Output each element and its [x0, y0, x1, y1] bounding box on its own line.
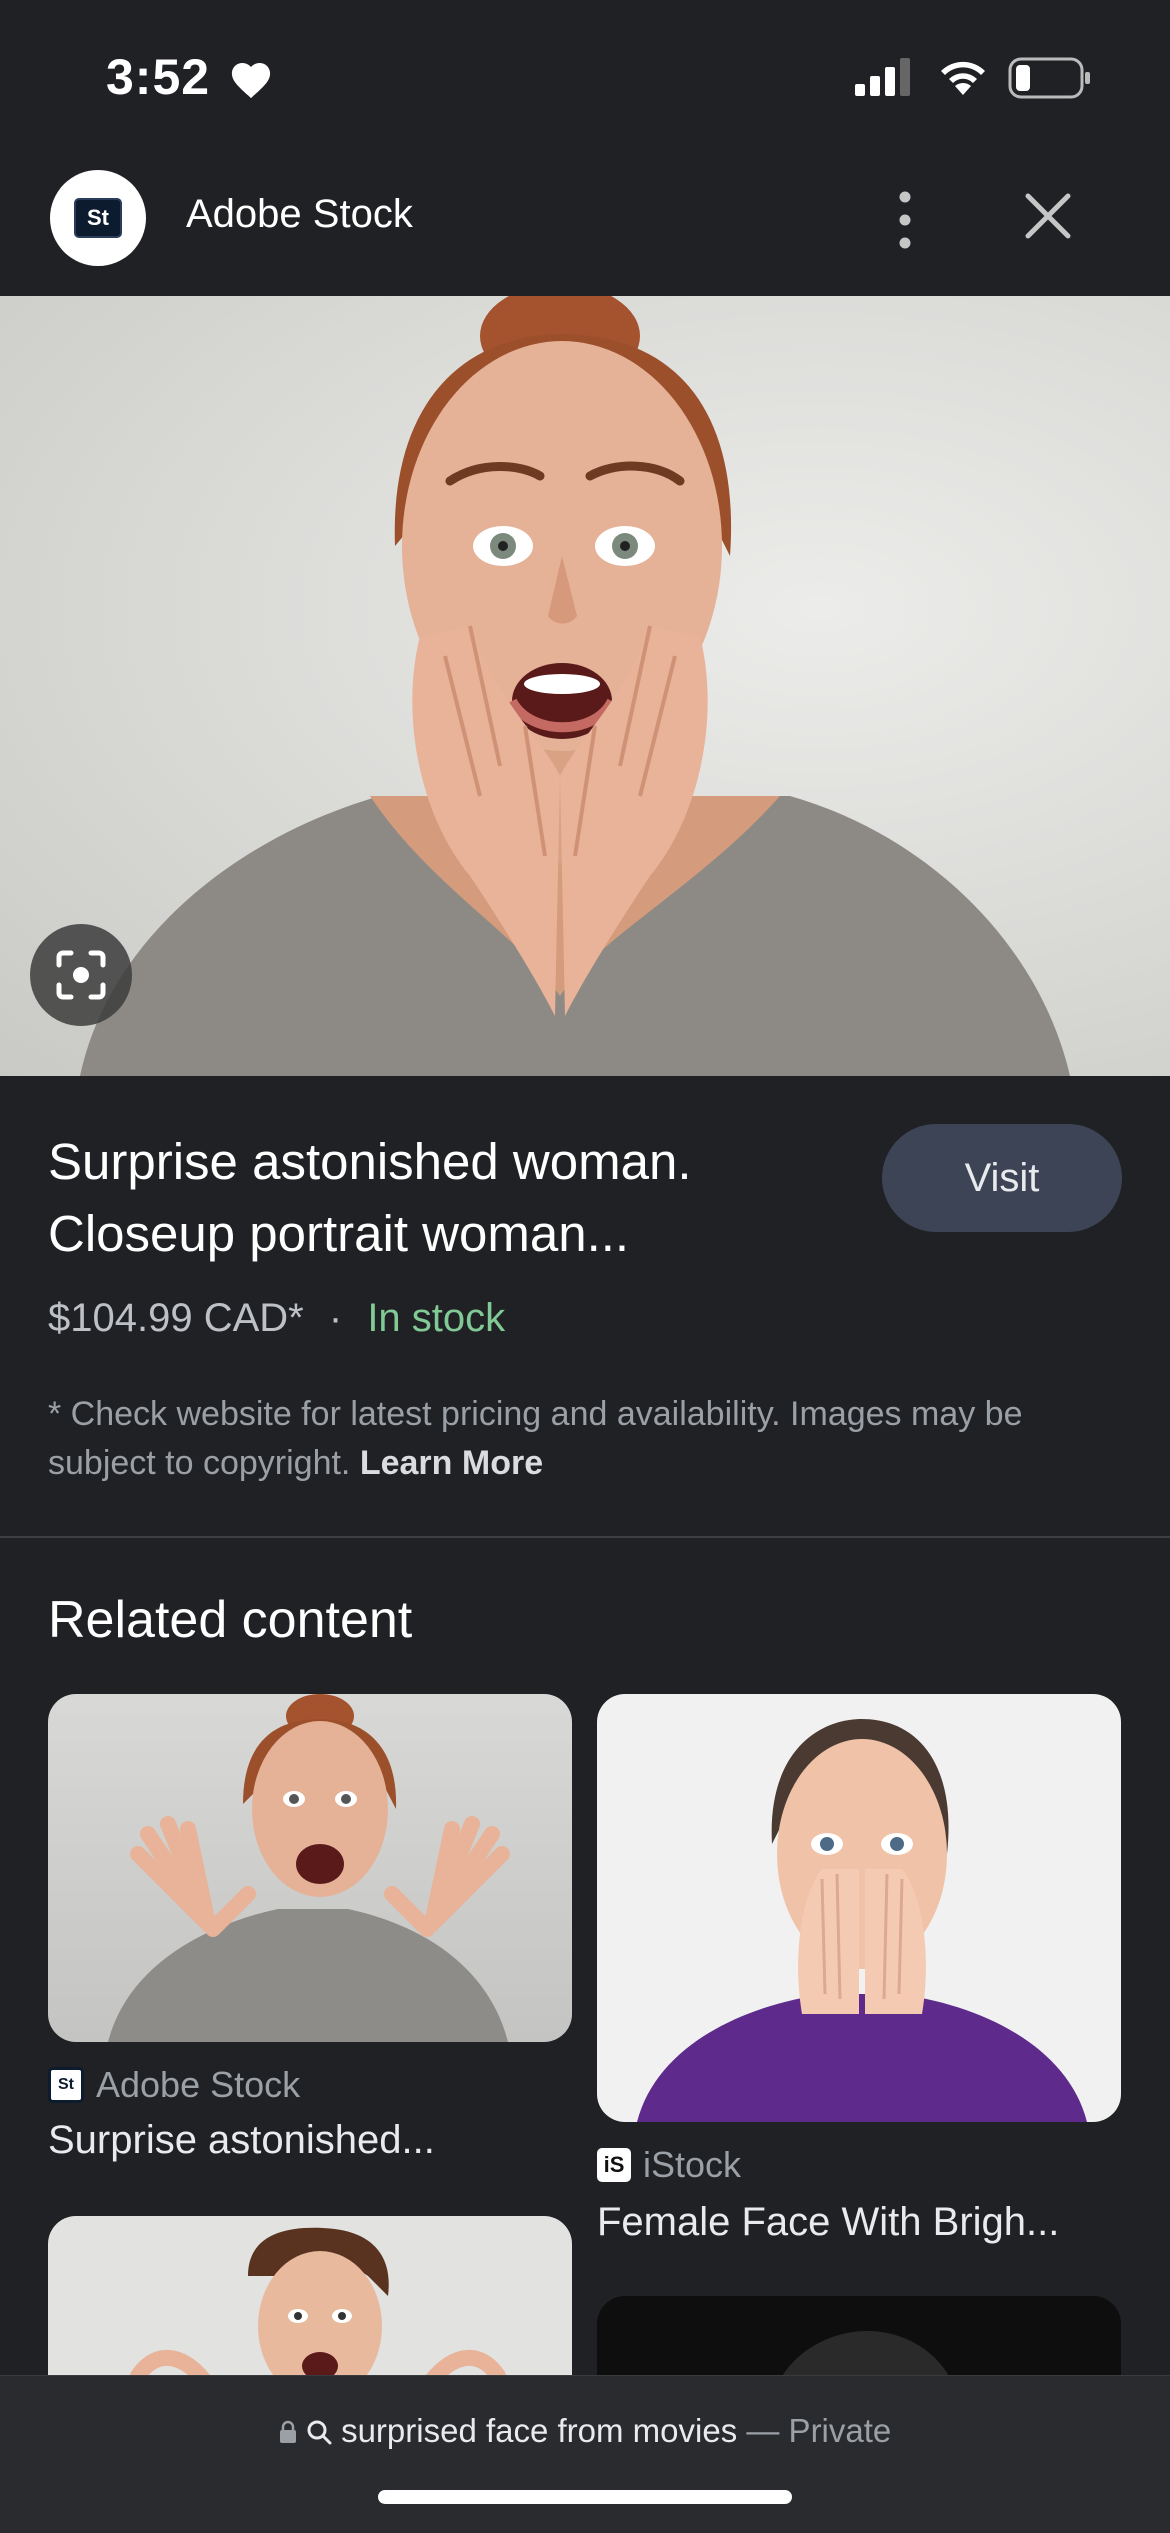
address-bar[interactable]: surprised face from movies — Private — [0, 2412, 1170, 2450]
pricing-disclaimer: * Check website for latest pricing and a… — [48, 1390, 1128, 1488]
source-name: iStock — [643, 2144, 742, 2185]
related-content-heading: Related content — [48, 1591, 413, 1649]
home-indicator[interactable] — [378, 2490, 792, 2504]
learn-more-link[interactable]: Learn More — [360, 1444, 543, 1482]
related-title-1[interactable]: Surprise astonished... — [48, 2118, 435, 2163]
search-icon — [307, 2420, 332, 2445]
price-line: $104.99 CAD* · In stock — [48, 1296, 505, 1341]
private-mode-label: — Private — [746, 2412, 892, 2449]
cellular-signal-icon — [855, 58, 910, 96]
heart-icon — [231, 62, 271, 99]
related-image-1[interactable] — [48, 1694, 572, 2042]
price: $104.99 CAD* — [48, 1296, 304, 1340]
site-name[interactable]: Adobe Stock — [186, 192, 413, 237]
stock-status: In stock — [367, 1296, 506, 1340]
related-image-2[interactable] — [597, 1694, 1121, 2122]
wifi-icon — [941, 61, 985, 95]
divider — [0, 1536, 1170, 1538]
visual-search-lens-button[interactable] — [30, 924, 132, 1026]
product-title[interactable]: Surprise astonished woman. Closeup portr… — [48, 1126, 828, 1270]
more-options-icon[interactable] — [880, 185, 930, 255]
adobe-stock-favicon-icon: St — [48, 2067, 84, 2103]
woman-covering-mouth-photo — [637, 1719, 1087, 2122]
surprised-woman-photo — [80, 296, 1070, 1076]
related-title-2[interactable]: Female Face With Brigh... — [597, 2200, 1059, 2245]
related-source-2[interactable]: iS iStock — [597, 2144, 741, 2186]
lock-icon — [279, 2420, 296, 2443]
price-separator: · — [328, 1296, 343, 1340]
battery-icon — [1008, 57, 1090, 99]
adobe-stock-logo-icon: St — [74, 198, 122, 238]
source-name: Adobe Stock — [96, 2064, 301, 2105]
status-time: 3:52 — [106, 49, 211, 105]
search-query: surprised face from movies — [341, 2412, 738, 2449]
site-logo: St — [50, 170, 146, 266]
surprised-woman-hands-up-photo — [108, 1694, 510, 2042]
close-icon[interactable] — [1020, 188, 1076, 244]
related-source-1[interactable]: St Adobe Stock — [48, 2064, 300, 2106]
product-image[interactable] — [0, 296, 1170, 1076]
lens-icon — [56, 950, 106, 1000]
visit-button[interactable]: Visit — [882, 1124, 1122, 1232]
istock-favicon-icon: iS — [597, 2148, 631, 2182]
browser-bottom-bar — [0, 2375, 1170, 2533]
